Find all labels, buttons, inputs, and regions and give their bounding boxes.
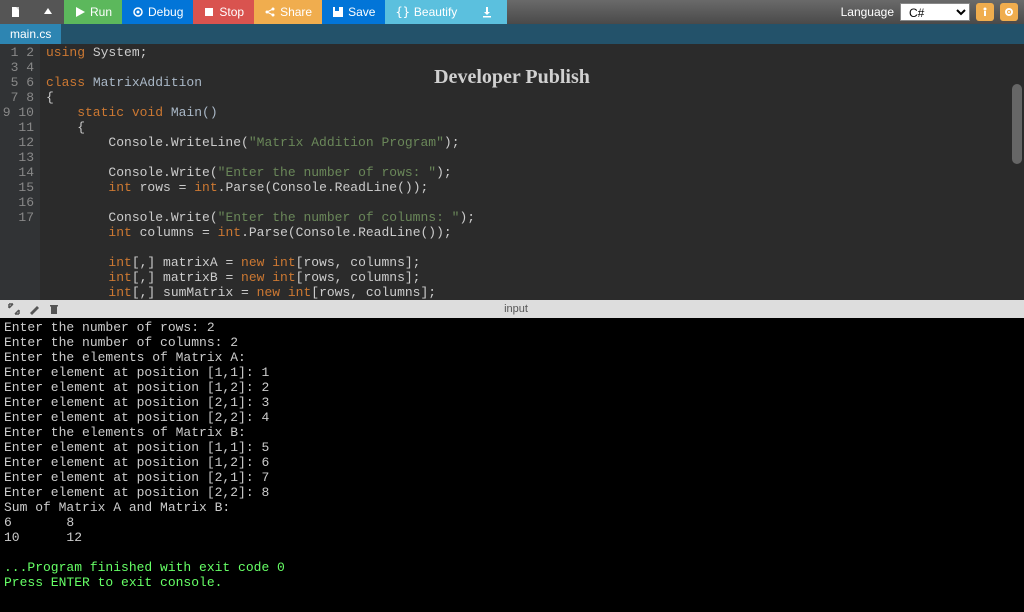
stop-label: Stop [219, 5, 244, 19]
stop-button[interactable]: Stop [193, 0, 254, 24]
code-area[interactable]: using System; class MatrixAddition { sta… [40, 44, 1024, 300]
save-button[interactable]: Save [322, 0, 385, 24]
code-editor[interactable]: Developer Publish 1 2 3 4 5 6 7 8 9 10 1… [0, 44, 1024, 300]
settings-button[interactable] [1000, 3, 1018, 21]
debug-button[interactable]: Debug [122, 0, 193, 24]
tab-bar: main.cs [0, 24, 1024, 44]
console-output[interactable]: Enter the number of rows: 2 Enter the nu… [0, 318, 1024, 612]
save-label: Save [348, 5, 375, 19]
edit-icon[interactable] [28, 303, 40, 315]
new-file-button[interactable] [0, 0, 32, 24]
language-label: Language [841, 5, 894, 19]
info-icon [979, 6, 991, 18]
share-icon [264, 6, 276, 18]
editor-scrollbar[interactable] [1012, 84, 1022, 164]
save-icon [332, 6, 344, 18]
share-label: Share [280, 5, 312, 19]
line-gutter: 1 2 3 4 5 6 7 8 9 10 11 12 13 14 15 16 1… [0, 44, 40, 300]
download-icon [481, 6, 493, 18]
download-button[interactable] [467, 0, 507, 24]
console-exit: ...Program finished with exit code 0 Pre… [4, 560, 285, 590]
file-icon [10, 6, 22, 18]
info-button[interactable] [976, 3, 994, 21]
io-label: input [68, 303, 964, 315]
open-folder-button[interactable] [32, 0, 64, 24]
run-label: Run [90, 5, 112, 19]
bug-icon [132, 6, 144, 18]
beautify-label: Beautify [414, 5, 457, 19]
toolbar: Run Debug Stop Share Save {} Beautify La… [0, 0, 1024, 24]
folder-up-icon [42, 6, 54, 18]
debug-label: Debug [148, 5, 183, 19]
gear-icon [1003, 6, 1015, 18]
run-button[interactable]: Run [64, 0, 122, 24]
tab-main-cs[interactable]: main.cs [0, 24, 61, 44]
language-select[interactable]: C# [900, 3, 970, 21]
beautify-button[interactable]: {} Beautify [385, 0, 467, 24]
trash-icon[interactable] [48, 303, 60, 315]
io-bar: input [0, 300, 1024, 318]
share-button[interactable]: Share [254, 0, 322, 24]
play-icon [74, 6, 86, 18]
expand-icon[interactable] [8, 303, 20, 315]
console-text: Enter the number of rows: 2 Enter the nu… [4, 320, 269, 545]
stop-icon [203, 6, 215, 18]
braces-icon: {} [395, 5, 409, 19]
